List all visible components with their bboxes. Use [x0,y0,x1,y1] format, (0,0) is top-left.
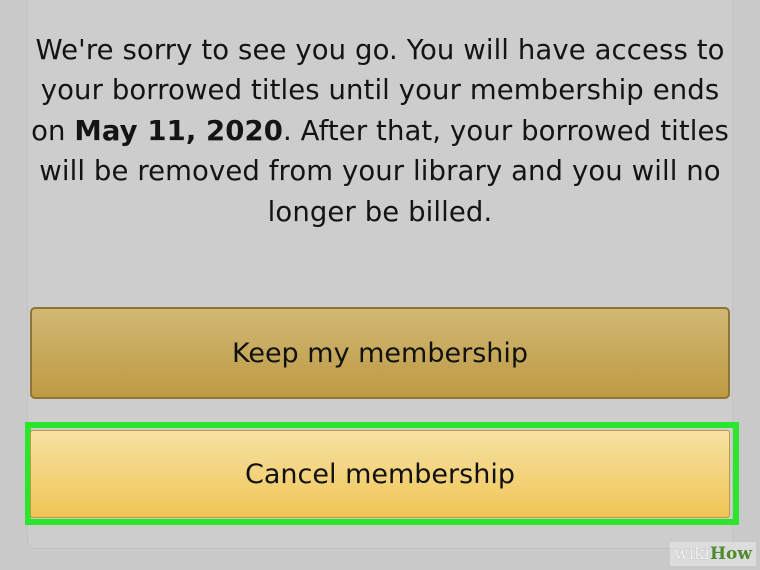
cancel-membership-label: Cancel membership [245,458,515,490]
screen: We're sorry to see you go. You will have… [0,0,760,570]
keep-membership-label: Keep my membership [231,337,529,369]
membership-end-date: May 11, 2020 [74,114,283,147]
watermark-how: How [709,544,752,564]
wikihow-watermark: wiki How [670,542,756,566]
cancellation-message: We're sorry to see you go. You will have… [30,30,730,233]
cancel-membership-button[interactable]: Cancel membership [30,430,730,518]
watermark-wiki: wiki [674,544,710,564]
keep-membership-button[interactable]: Keep my membership [30,307,730,399]
